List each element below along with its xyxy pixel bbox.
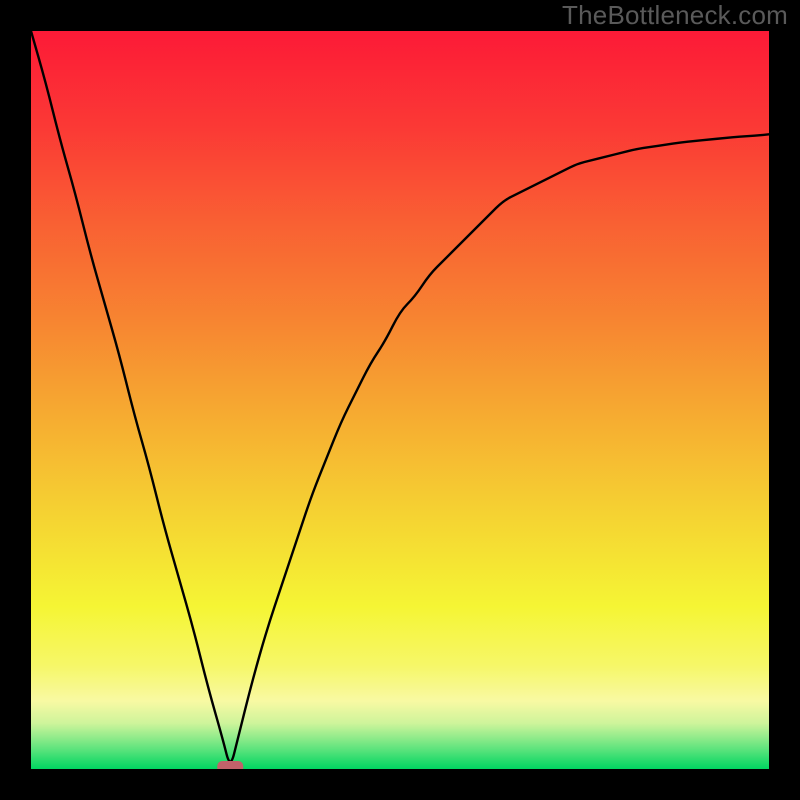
- min-marker: [217, 761, 243, 769]
- gradient-background: [31, 31, 769, 769]
- bottleneck-chart: [31, 31, 769, 769]
- watermark-text: TheBottleneck.com: [562, 0, 788, 31]
- chart-frame: TheBottleneck.com: [0, 0, 800, 800]
- plot-area: [31, 31, 769, 769]
